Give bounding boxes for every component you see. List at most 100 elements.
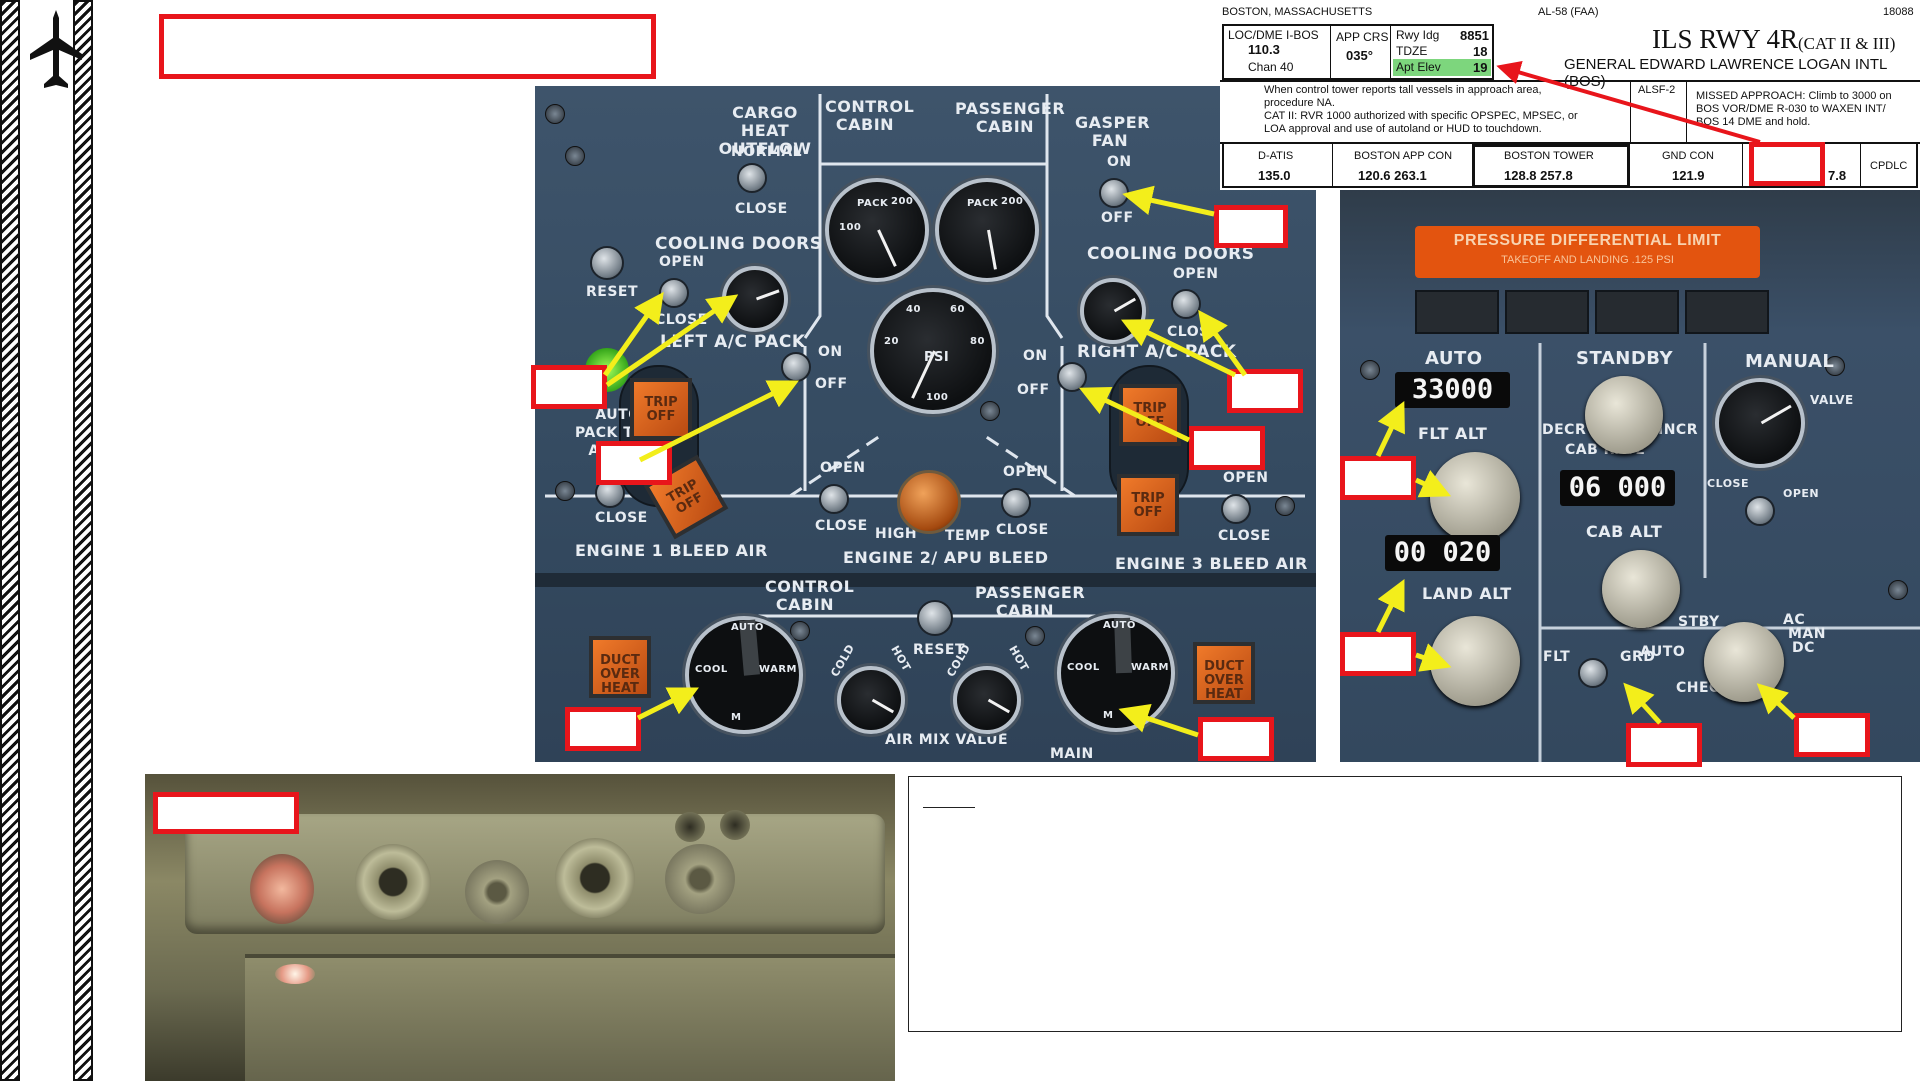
cab-alt-knob[interactable] [1602,550,1680,628]
gasper-outlet-3 [555,838,635,918]
needle [987,698,1011,714]
gauge-60-label: 60 [950,304,965,315]
left-pack-trip-off-button[interactable]: TRIP OFF [630,378,692,440]
reading-light-1 [250,854,314,924]
label-manual: MANUAL [1745,351,1835,372]
lower-reset-button[interactable] [917,600,953,636]
right-cooling-door-gauge [1080,278,1146,344]
cab-rate-knob[interactable] [1585,376,1663,454]
right-temp-selector-dial[interactable]: AUTO COOL WARM M [1057,614,1175,732]
screw-3 [555,481,575,501]
label-passenger-cabin-lower: PASSENGER CABIN [975,583,1086,620]
chart-notes-2: CAT II: RVR 1000 authorized with specifi… [1264,110,1578,135]
chart-missed: MISSED APPROACH: Climb to 3000 on BOS VO… [1696,90,1892,128]
left-hatched-border [0,0,20,1081]
label-decr: DECR [1542,422,1587,438]
title-redbox [159,14,656,79]
right-ac-pack-switch[interactable] [1057,362,1087,392]
right-cooling-door-switch[interactable] [1171,289,1201,319]
chart-datis-label: D-ATIS [1258,150,1294,162]
control-cabin-air-mix-gauge [837,666,905,734]
label-incr: INCR [1658,422,1698,438]
chart-location: BOSTON, MASSACHUSETTS [1222,6,1373,18]
dial-warm-label: WARM [1131,662,1169,673]
chart-rwy-ldg-label: Rwy Idg [1396,28,1440,42]
chart-divider-5 [1332,144,1333,188]
outflow-valve-switch[interactable] [1745,496,1775,526]
chart-partial: 7.8 [1828,168,1847,183]
callout-apt-elev [1749,142,1825,186]
land-alt-knob[interactable] [1430,616,1520,706]
screw-p3 [1888,580,1908,600]
cargo-heat-outflow-switch[interactable] [737,163,767,193]
engine2-bleed-switch-b[interactable] [1001,488,1031,518]
gauge-20-label: 20 [884,336,899,347]
label-gasper-on: ON [1107,154,1132,170]
chart-tower-label: BOSTON TOWER [1504,150,1594,162]
label-reset: RESET [586,284,639,300]
engine3-trip-off-button[interactable]: TRIP OFF [1117,474,1179,536]
dial-cool-label: COOL [695,664,728,675]
pressurization-panel: PRESSURE DIFFERENTIAL LIMIT TAKEOFF AND … [1340,188,1920,762]
chart-app-crs-label: APP CRS [1336,30,1389,44]
chart-tdze: 18 [1473,44,1488,59]
chart-alsf: ALSF-2 [1638,84,1676,96]
gauge-psi-label: PSI [924,350,950,365]
label-gasper-off: OFF [1101,210,1134,226]
label-flt: FLT [1543,649,1571,665]
chart-apt-elev: 19 [1473,60,1488,75]
high-temp-light [897,470,961,534]
engine2-bleed-switch-a[interactable] [819,484,849,514]
right-hatched-border [73,0,93,1081]
flt-grd-switch[interactable] [1578,658,1608,688]
screw-5 [980,401,1000,421]
callout-left-pack [596,441,672,485]
gasper-fan-switch[interactable] [1099,178,1129,208]
air-conditioning-panel: CARGO HEAT OUTFLOW NORMAL CLOSE CONTROL … [535,86,1316,762]
chart-tdze-label: TDZE [1396,44,1428,58]
mode-selector-knob[interactable] [1704,622,1784,702]
label-on-right: ON [1023,348,1048,364]
needle [1113,297,1137,313]
screw-4 [1275,496,1295,516]
outflow-valve-gauge [1715,378,1805,468]
callout-land-alt [1340,632,1416,676]
engine3-bleed-switch[interactable] [1221,494,1251,524]
left-temp-selector-dial[interactable]: AUTO COOL WARM M [685,616,803,734]
label-close-eng3: CLOSE [1218,528,1271,544]
label-off-left: OFF [815,376,848,392]
chart-notes-1: When control tower reports tall vessels … [1264,84,1542,109]
chart-tower: 128.8 257.8 [1504,168,1573,183]
label-auto-sel: AUTO [1640,644,1686,660]
label-stby: STBY [1678,614,1720,630]
label-cab-alt: CAB ALT [1586,522,1663,541]
label-air-mix-value: AIR MIX VALUE [885,732,1009,748]
callout-flt-grd [1626,723,1702,767]
label-engine1-bleed: ENGINE 1 BLEED AIR [575,541,768,560]
callout-left-temp [565,707,641,751]
flt-alt-knob[interactable] [1430,452,1520,542]
dial-auto-label: AUTO [731,622,764,633]
left-ac-pack-switch[interactable] [781,352,811,382]
gasper-outlet-1 [355,844,431,920]
needle [871,698,895,714]
label-temp: TEMP [945,528,991,544]
explanation-box [908,776,1902,1032]
gauge-pack-label: PACK [857,198,889,209]
label-open-right: OPEN [1173,266,1219,282]
callout-mode-selector [1794,713,1870,757]
label-flt-alt: FLT ALT [1418,424,1488,443]
screw-p1 [1360,360,1380,380]
chart-gnd-con-label: GND CON [1662,150,1714,162]
right-pack-trip-off-button[interactable]: TRIP OFF [1119,384,1181,446]
label-open-left: OPEN [659,254,705,270]
chart-faa-ref: AL-58 (FAA) [1538,6,1599,18]
chart-app-crs: 035° [1346,48,1373,63]
left-cooling-door-switch[interactable] [659,278,689,308]
left-pack-reset-button[interactable] [590,246,624,280]
callout-flt-alt [1340,456,1416,500]
label-valve-open: OPEN [1783,487,1820,500]
label-open-eng2a: OPEN [820,460,866,476]
label-open-eng3: OPEN [1223,470,1269,486]
screw-6 [790,621,810,641]
